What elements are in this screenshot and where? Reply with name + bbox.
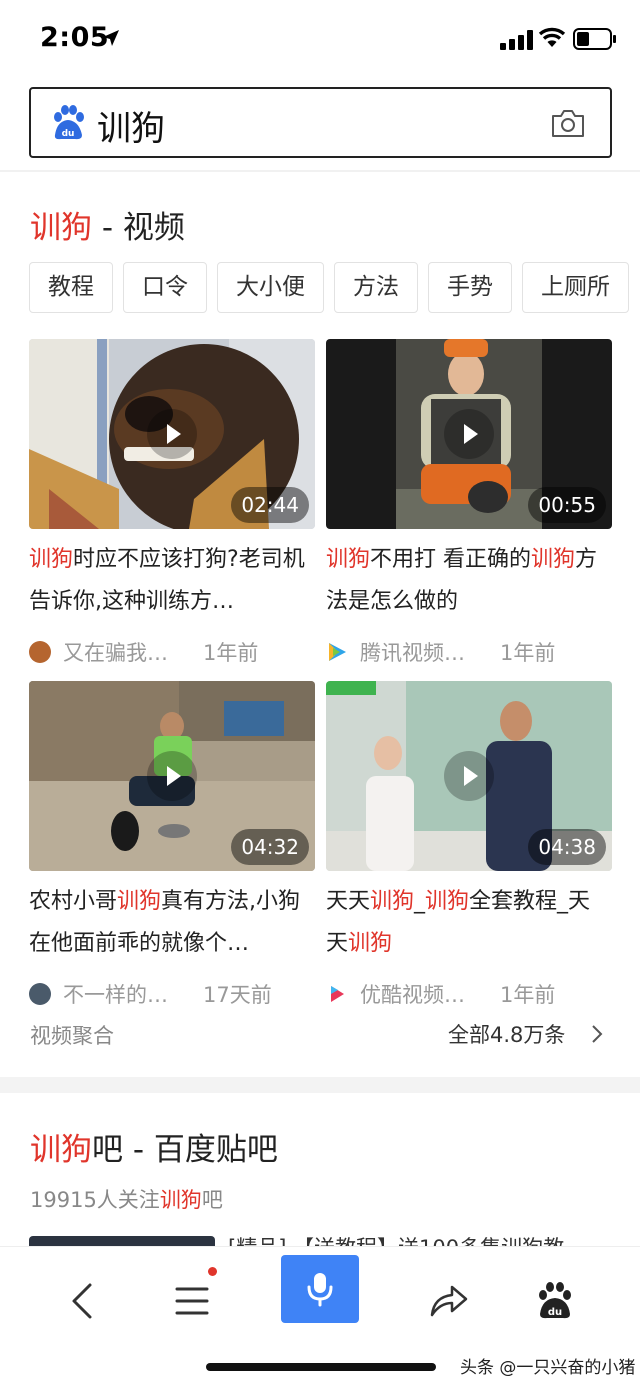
section-divider	[0, 1077, 640, 1093]
youku-icon	[331, 986, 344, 1002]
video-card[interactable]: 04:38 天天训狗_训狗全套教程_天天训狗 优酷视频… 1年前	[326, 681, 612, 1009]
video-meta: 优酷视频… 1年前	[326, 979, 612, 1009]
video-card[interactable]: 04:32 农村小哥训狗真有方法,小狗在他面前乖的就像个… 不一样的… 17天前	[29, 681, 315, 1009]
svg-text:du: du	[62, 129, 75, 139]
video-duration: 04:32	[231, 829, 309, 865]
title-highlight: 训狗	[425, 889, 470, 914]
play-icon[interactable]	[444, 751, 494, 801]
tag-chip[interactable]: 教程	[29, 262, 113, 313]
title-highlight: 训狗	[531, 547, 576, 572]
share-icon[interactable]	[418, 1271, 478, 1331]
source-avatar	[29, 641, 51, 663]
divider	[0, 170, 640, 172]
video-section-title[interactable]: 训狗 - 视频	[30, 202, 185, 247]
camera-icon[interactable]	[551, 108, 585, 138]
tag-chip[interactable]: 手势	[428, 262, 512, 313]
video-duration: 02:44	[231, 487, 309, 523]
play-icon[interactable]	[147, 751, 197, 801]
title-highlight: 训狗	[326, 547, 371, 572]
menu-icon[interactable]	[162, 1271, 222, 1331]
title-highlight: 训狗	[370, 889, 415, 914]
view-all-videos-link[interactable]: 全部4.8万条	[448, 1019, 565, 1049]
search-bar[interactable]: du 训狗	[29, 87, 612, 158]
tieba-post-title[interactable]: [精品] 【送教程】送100多集训狗教	[228, 1232, 608, 1246]
tieba-title-highlight: 训狗	[30, 1132, 92, 1168]
video-duration: 04:38	[528, 829, 606, 865]
wifi-icon	[538, 27, 566, 47]
bottom-toolbar: du 头条 @一只兴奋的小猪	[0, 1246, 640, 1386]
video-time: 1年前	[203, 641, 259, 665]
tieba-followers-highlight: 训狗	[159, 1188, 202, 1212]
video-meta: 又在骗我… 1年前	[29, 637, 315, 667]
baidu-home-icon[interactable]: du	[525, 1271, 585, 1331]
video-thumbnail[interactable]: 02:44	[29, 339, 315, 529]
video-thumbnail[interactable]: 00:55	[326, 339, 612, 529]
notification-dot	[208, 1267, 217, 1276]
svg-text:du: du	[548, 1307, 562, 1318]
tag-chip[interactable]: 大小便	[217, 262, 324, 313]
source-avatar	[29, 983, 51, 1005]
chevron-right-icon[interactable]	[590, 1024, 604, 1044]
video-card[interactable]: 02:44 训狗时应不应该打狗?老司机告诉你,这种训练方… 又在骗我… 1年前	[29, 339, 315, 667]
play-icon[interactable]	[147, 409, 197, 459]
baidu-paw-icon: du	[54, 105, 84, 140]
watermark: 头条 @一只兴奋的小猪	[460, 1358, 636, 1378]
tag-chip[interactable]: 口令	[123, 262, 207, 313]
video-thumbnail[interactable]: 04:32	[29, 681, 315, 871]
video-time: 17天前	[203, 983, 272, 1007]
tag-chip[interactable]: 上厕所	[522, 262, 629, 313]
location-arrow-icon	[103, 30, 119, 46]
back-icon[interactable]	[52, 1271, 112, 1331]
tieba-title-rest: 吧 - 百度贴吧	[92, 1132, 278, 1168]
tencent-video-icon	[329, 643, 346, 661]
battery-icon	[573, 28, 616, 50]
video-source: 不一样的…	[63, 983, 168, 1007]
title-text: 天天	[326, 889, 371, 914]
title-text: 不用打 看正确的	[370, 547, 532, 572]
video-title[interactable]: 训狗时应不应该打狗?老司机告诉你,这种训练方…	[29, 539, 315, 623]
title-highlight: 训狗	[348, 931, 393, 956]
status-time: 2:05	[40, 22, 110, 53]
home-indicator[interactable]	[206, 1363, 436, 1371]
video-card[interactable]: 00:55 训狗不用打 看正确的训狗方法是怎么做的 腾讯视频… 1年前	[326, 339, 612, 667]
video-time: 1年前	[500, 983, 556, 1007]
search-input[interactable]: 训狗	[97, 101, 165, 150]
tieba-followers: 19915人关注训狗吧	[30, 1184, 223, 1214]
title-text: 农村小哥	[29, 889, 118, 914]
video-time: 1年前	[500, 641, 556, 665]
title-highlight: 训狗	[117, 889, 162, 914]
video-section-title-highlight: 训狗	[30, 210, 92, 246]
microphone-icon	[307, 1273, 333, 1307]
voice-search-button[interactable]	[281, 1255, 359, 1323]
title-text: _	[414, 889, 426, 914]
title-highlight: 训狗	[29, 547, 74, 572]
signal-icon	[500, 30, 533, 50]
video-meta: 不一样的… 17天前	[29, 979, 315, 1009]
video-source: 腾讯视频…	[360, 641, 465, 665]
video-section-title-rest: - 视频	[92, 210, 185, 246]
video-duration: 00:55	[528, 487, 606, 523]
status-bar: 2:05	[0, 0, 640, 80]
video-title[interactable]: 天天训狗_训狗全套教程_天天训狗	[326, 881, 612, 965]
play-icon[interactable]	[444, 409, 494, 459]
video-title[interactable]: 农村小哥训狗真有方法,小狗在他面前乖的就像个…	[29, 881, 315, 965]
tieba-followers-suffix: 吧	[201, 1188, 223, 1212]
video-source: 优酷视频…	[360, 983, 465, 1007]
video-thumbnail[interactable]: 04:38	[326, 681, 612, 871]
video-source: 又在骗我…	[63, 641, 168, 665]
tag-chip[interactable]: 方法	[334, 262, 418, 313]
tag-filter-row: 教程 口令 大小便 方法 手势 上厕所	[29, 262, 640, 314]
video-title[interactable]: 训狗不用打 看正确的训狗方法是怎么做的	[326, 539, 612, 623]
tieba-section-title[interactable]: 训狗吧 - 百度贴吧	[30, 1124, 278, 1169]
video-aggregate-label: 视频聚合	[30, 1024, 114, 1048]
video-meta: 腾讯视频… 1年前	[326, 637, 612, 667]
tieba-followers-count: 19915人关注	[30, 1188, 160, 1212]
